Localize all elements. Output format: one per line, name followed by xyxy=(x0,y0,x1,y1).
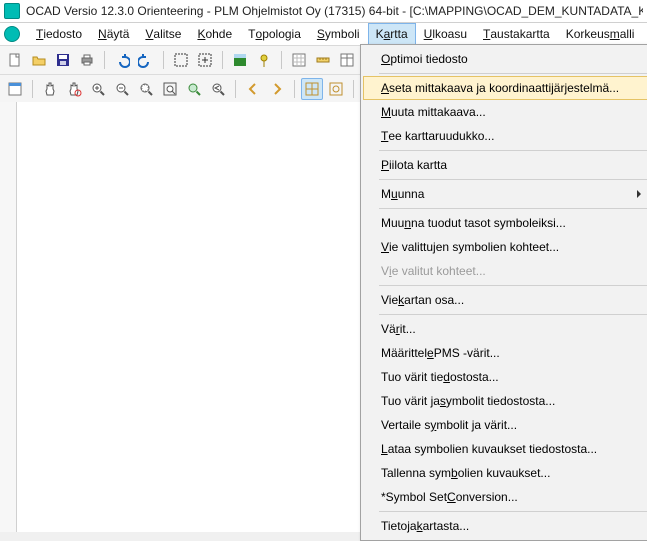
pan-button[interactable] xyxy=(39,78,61,100)
submenu-arrow-icon xyxy=(637,190,641,198)
ruler-button[interactable] xyxy=(312,49,334,71)
menu-topologia[interactable]: Topologia xyxy=(240,23,309,45)
zoom-extent-button[interactable] xyxy=(194,49,216,71)
toolbar-separator xyxy=(294,80,295,98)
menu-muunna[interactable]: Muunna xyxy=(363,182,647,206)
ocad-logo-icon xyxy=(4,26,20,42)
menu-piilota-kartta[interactable]: Piilota kartta xyxy=(363,153,647,177)
menu-vie-valitut-kohteet: Vie valitut kohteet... xyxy=(363,259,647,283)
gps-button[interactable] xyxy=(253,49,275,71)
menu-lataa-kuvaukset[interactable]: Lataa symbolien kuvaukset tiedostosta... xyxy=(363,437,647,461)
vertical-ruler xyxy=(0,102,17,532)
window-list-button[interactable] xyxy=(4,78,26,100)
menu-bar: Tiedosto Näytä Valitse Kohde Topologia S… xyxy=(0,23,647,46)
toolbar-separator xyxy=(353,80,354,98)
menu-separator xyxy=(379,73,647,74)
toolbar-separator xyxy=(104,51,105,69)
app-icon xyxy=(4,3,20,19)
print-button[interactable] xyxy=(76,49,98,71)
menu-symbol-set-conversion[interactable]: *Symbol Set Conversion... xyxy=(363,485,647,509)
menu-tuo-varit[interactable]: Tuo värit tiedostosta... xyxy=(363,365,647,389)
menu-tiedosto[interactable]: Tiedosto xyxy=(28,23,90,45)
redo-button[interactable] xyxy=(135,49,157,71)
menu-muuta-mittakaava[interactable]: Muuta mittakaava... xyxy=(363,100,647,124)
new-file-button[interactable] xyxy=(4,49,26,71)
zoom-selection-button[interactable] xyxy=(183,78,205,100)
zoom-out-button[interactable] xyxy=(111,78,133,100)
window-title: OCAD Versio 12.3.0 Orienteering - PLM Oh… xyxy=(26,4,643,18)
menu-vertaile-symbolit[interactable]: Vertaile symbolit ja värit... xyxy=(363,413,647,437)
undo-button[interactable] xyxy=(111,49,133,71)
menu-separator xyxy=(379,285,647,286)
menu-optimoi-tiedosto[interactable]: Optimoi tiedosto xyxy=(363,47,647,71)
menu-separator xyxy=(379,314,647,315)
toolbar-separator xyxy=(281,51,282,69)
snap-object-button[interactable] xyxy=(325,78,347,100)
menu-tietoja-kartasta[interactable]: Tietoja kartasta... xyxy=(363,514,647,538)
menu-vie-kartan-osa[interactable]: Vie kartan osa... xyxy=(363,288,647,312)
menu-separator xyxy=(379,179,647,180)
menu-kartta[interactable]: Kartta xyxy=(368,23,416,45)
zoom-in-button[interactable] xyxy=(87,78,109,100)
open-file-button[interactable] xyxy=(28,49,50,71)
toolbar-separator xyxy=(235,80,236,98)
menu-separator xyxy=(379,150,647,151)
menu-gps[interactable]: GPS xyxy=(642,23,647,45)
menu-symboli[interactable]: Symboli xyxy=(309,23,368,45)
toolbar-separator xyxy=(222,51,223,69)
menu-kohde[interactable]: Kohde xyxy=(189,23,240,45)
menu-aseta-mittakaava[interactable]: Aseta mittakaava ja koordinaattijärjeste… xyxy=(363,76,647,100)
zoom-previous-button[interactable] xyxy=(207,78,229,100)
menu-pms-varit[interactable]: Määrittele PMS -värit... xyxy=(363,341,647,365)
select-rect-button[interactable] xyxy=(170,49,192,71)
menu-valitse[interactable]: Valitse xyxy=(137,23,189,45)
toolbar-separator xyxy=(163,51,164,69)
menu-korkeusmalli[interactable]: Korkeusmalli xyxy=(558,23,643,45)
menu-separator xyxy=(379,511,647,512)
save-button[interactable] xyxy=(52,49,74,71)
prev-view-button[interactable] xyxy=(242,78,264,100)
menu-tee-karttaruudukko[interactable]: Tee karttaruudukko... xyxy=(363,124,647,148)
toolbar-separator xyxy=(32,80,33,98)
menu-varit[interactable]: Värit... xyxy=(363,317,647,341)
title-bar: OCAD Versio 12.3.0 Orienteering - PLM Oh… xyxy=(0,0,647,23)
grid-button[interactable] xyxy=(288,49,310,71)
menu-tuo-varit-symbolit[interactable]: Tuo värit ja symbolit tiedostosta... xyxy=(363,389,647,413)
menu-taustakartta[interactable]: Taustakartta xyxy=(475,23,558,45)
menu-separator xyxy=(379,208,647,209)
menu-ulkoasu[interactable]: Ulkoasu xyxy=(416,23,475,45)
pan-live-button[interactable] xyxy=(63,78,85,100)
menu-nayta[interactable]: Näytä xyxy=(90,23,137,45)
zoom-window-button[interactable] xyxy=(135,78,157,100)
next-view-button[interactable] xyxy=(266,78,288,100)
zoom-all-button[interactable] xyxy=(159,78,181,100)
table-button[interactable] xyxy=(336,49,358,71)
kartta-dropdown: Optimoi tiedosto Aseta mittakaava ja koo… xyxy=(360,44,647,541)
menu-vie-valittujen-symbolien[interactable]: Vie valittujen symbolien kohteet... xyxy=(363,235,647,259)
menu-muunna-tuodut-tasot[interactable]: Muunna tuodut tasot symboleiksi... xyxy=(363,211,647,235)
snap-grid-button[interactable] xyxy=(301,78,323,100)
map-layer-button[interactable] xyxy=(229,49,251,71)
menu-tallenna-kuvaukset[interactable]: Tallenna symbolien kuvaukset... xyxy=(363,461,647,485)
